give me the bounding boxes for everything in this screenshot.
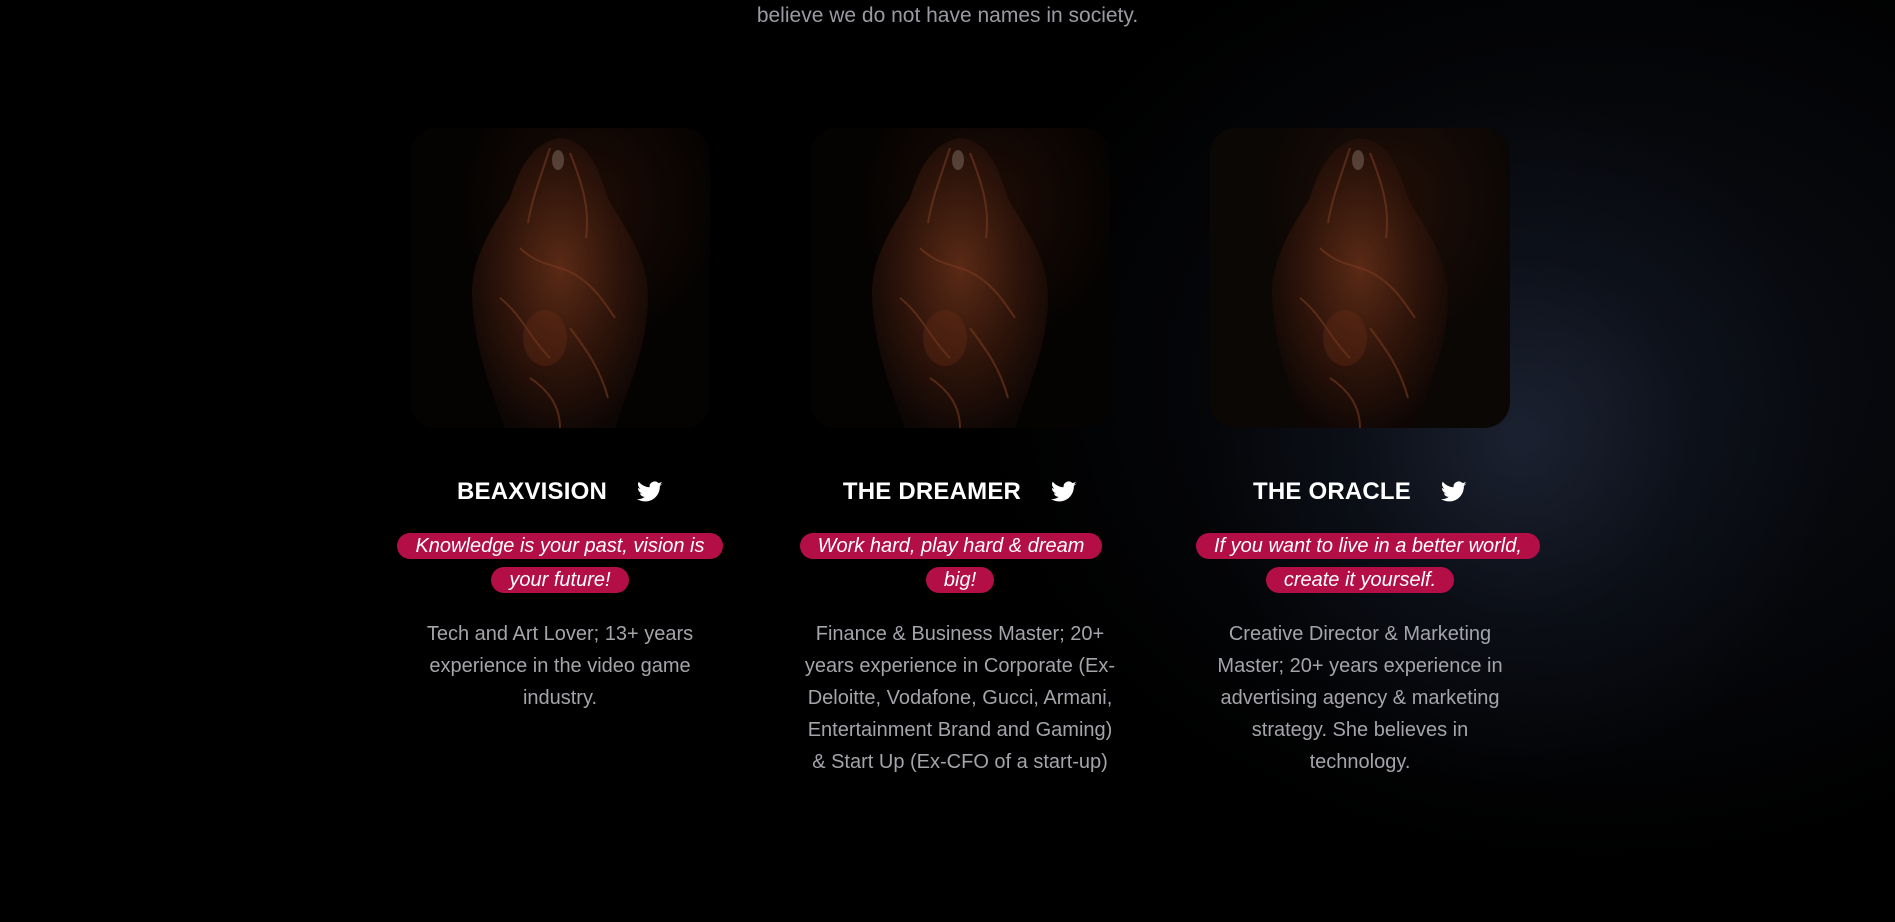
member-name: BEAXVISION (456, 478, 608, 505)
member-quote: Knowledge is your past, vision is your f… (397, 533, 723, 593)
member-bio: Creative Director & Marketing Master; 20… (1217, 623, 1503, 773)
team-card-the-dreamer: THE DREAMER Work hard, play hard & dream… (790, 128, 1130, 778)
member-name: THE DREAMER (842, 478, 1022, 505)
member-quote-wrap: Work hard, play hard & dream big! (790, 530, 1130, 598)
member-quote-wrap: Knowledge is your past, vision is your f… (390, 530, 730, 598)
team-card-the-oracle: THE ORACLE If you want to live in a bett… (1190, 128, 1540, 778)
sculpture-image (471, 138, 648, 428)
sculpture-image (1271, 138, 1448, 428)
twitter-icon[interactable] (1441, 481, 1467, 503)
member-bio: Tech and Art Lover; 13+ years experience… (426, 623, 694, 709)
twitter-icon[interactable] (1051, 481, 1077, 503)
member-bio: Finance & Business Master; 20+ years exp… (804, 623, 1116, 773)
team-card-beaxvision: BEAXVISION Knowledge is your past, visio… (390, 128, 730, 714)
sculpture-image (871, 138, 1048, 428)
twitter-icon[interactable] (637, 481, 663, 503)
member-quote-wrap: If you want to live in a better world, c… (1190, 530, 1540, 598)
member-portrait (410, 128, 710, 428)
intro-text: believe we do not have names in society. (756, 4, 1139, 27)
member-portrait (810, 128, 1110, 428)
member-quote: If you want to live in a better world, c… (1196, 533, 1540, 593)
member-quote: Work hard, play hard & dream big! (799, 533, 1103, 593)
member-name-row: BEAXVISION (390, 474, 730, 510)
member-portrait (1210, 128, 1510, 428)
member-name: THE ORACLE (1253, 478, 1411, 505)
member-name-row: THE ORACLE (1190, 474, 1530, 510)
member-name-row: THE DREAMER (790, 474, 1130, 510)
